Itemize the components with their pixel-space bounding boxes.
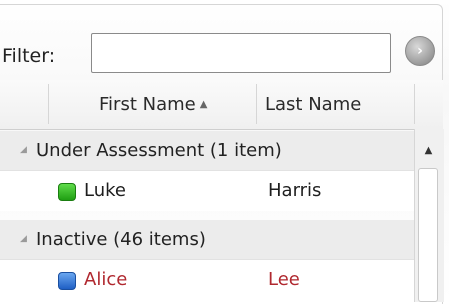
header-separator	[48, 84, 49, 124]
group-row-inactive[interactable]: ◢ Inactive (46 items)	[0, 220, 414, 260]
header-separator	[414, 84, 415, 124]
filter-label: Filter:	[2, 45, 56, 67]
collapse-arrow-icon[interactable]: ◢	[20, 234, 27, 244]
column-header-last-name[interactable]: Last Name	[265, 94, 361, 115]
collapse-arrow-icon[interactable]: ◢	[20, 145, 27, 155]
header-separator	[256, 84, 257, 124]
table-row[interactable]: Alice Lee	[0, 260, 414, 300]
arrow-right-icon: ›	[417, 43, 423, 59]
column-header-first-name[interactable]: First Name ▲	[99, 94, 207, 115]
group-label: Under Assessment (1 item)	[36, 140, 282, 161]
scrollbar-thumb[interactable]	[418, 168, 438, 302]
column-header-label: Last Name	[265, 94, 362, 115]
scroll-up-button[interactable]: ▲	[414, 134, 443, 166]
cell-last-name: Harris	[268, 180, 322, 201]
arrow-up-icon: ▲	[424, 144, 433, 156]
filter-go-button[interactable]: ›	[405, 36, 435, 66]
sort-ascending-icon: ▲	[199, 99, 208, 110]
column-header-label: First Name	[99, 94, 196, 115]
column-header-row: First Name ▲ Last Name	[0, 80, 443, 130]
cell-first-name: Luke	[84, 180, 126, 201]
cell-last-name: Lee	[268, 269, 300, 290]
group-label: Inactive (46 items)	[36, 229, 206, 250]
grid-panel: Filter: › First Name ▲ Last Name ◢ Under …	[0, 0, 449, 304]
table-row[interactable]: Luke Harris	[0, 171, 414, 211]
green-status-icon	[58, 183, 76, 201]
cell-first-name: Alice	[84, 269, 128, 290]
group-row-under-assessment[interactable]: ◢ Under Assessment (1 item)	[0, 131, 414, 171]
filter-input[interactable]	[91, 33, 391, 73]
blue-status-icon	[58, 272, 76, 290]
